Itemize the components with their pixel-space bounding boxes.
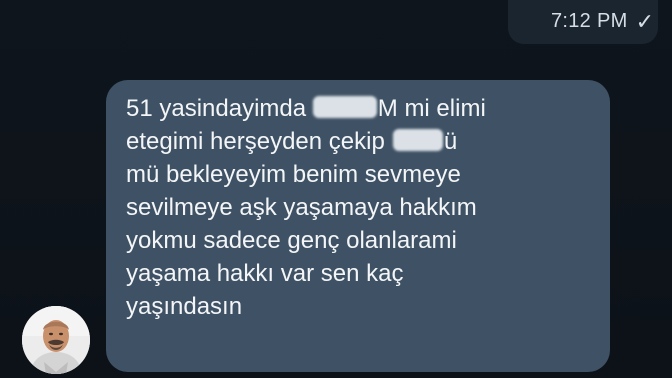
message-line: yaşındasın <box>126 293 243 320</box>
redaction-mark <box>312 96 377 118</box>
message-line: 51 yasindayimda M mi elimi <box>126 92 590 125</box>
redaction-mark <box>392 129 443 151</box>
message-line: yaşama hakkı var sen kaç <box>126 260 404 287</box>
message-text: etegimi herşeyden çekip <box>126 128 385 155</box>
chat-screen: 7:12 PM ✓ 51 yasindayimda M mi elimi ete… <box>0 0 672 378</box>
message-bubble[interactable]: 51 yasindayimda M mi elimi etegimi herşe… <box>106 80 610 372</box>
message-meta: 7:12 PM ✓ <box>551 10 654 33</box>
message-line: sevilmeye aşk yaşamaya hakkım <box>126 194 477 221</box>
message-text: ü <box>443 128 458 155</box>
message-line: mü bekleyeyim benim sevmeye <box>126 161 461 188</box>
message-text: 51 yasindayimda <box>126 95 313 122</box>
message-text: M mi elimi <box>377 95 486 122</box>
message-line: etegimi herşeyden çekip ü <box>126 125 590 158</box>
message-line: yokmu sadece genç olanlarami <box>126 227 457 254</box>
avatar[interactable] <box>22 306 90 374</box>
person-avatar-icon <box>22 306 90 374</box>
message-time: 7:12 PM <box>550 10 628 32</box>
check-icon: ✓ <box>635 8 654 34</box>
